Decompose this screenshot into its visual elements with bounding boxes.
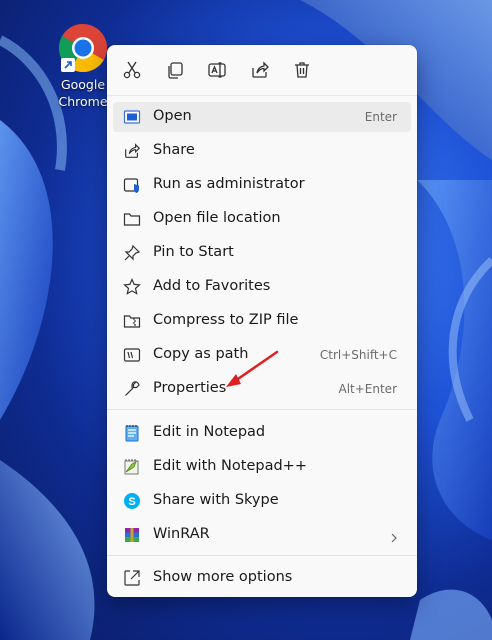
shield-icon bbox=[123, 176, 141, 194]
rename-icon bbox=[208, 62, 226, 78]
menu-item-add-to-favorites[interactable]: Add to Favorites bbox=[113, 272, 411, 302]
rename-button[interactable] bbox=[206, 59, 228, 81]
menu-item-shortcut: Enter bbox=[364, 110, 397, 124]
menu-item-label: Add to Favorites bbox=[153, 278, 271, 294]
menu-item-label: Compress to ZIP file bbox=[153, 312, 299, 328]
folder-icon bbox=[123, 210, 141, 228]
skype-icon: S bbox=[123, 492, 141, 510]
menu-item-label: Show more options bbox=[153, 569, 293, 585]
shortcut-arrow-icon bbox=[61, 58, 75, 72]
menu-item-run-as-administrator[interactable]: Run as administrator bbox=[113, 170, 411, 200]
menu-item-pin-to-start[interactable]: Pin to Start bbox=[113, 238, 411, 268]
path-icon bbox=[123, 346, 141, 364]
menu-item-label: Share bbox=[153, 142, 195, 158]
menu-item-label: Edit with Notepad++ bbox=[153, 458, 307, 474]
menu-item-edit-with-notepadpp[interactable]: Edit with Notepad++ bbox=[113, 452, 411, 482]
wrench-icon bbox=[123, 380, 141, 398]
menu-item-edit-in-notepad[interactable]: Edit in Notepad bbox=[113, 418, 411, 448]
cut-button[interactable] bbox=[121, 59, 143, 81]
menu-item-show-more-options[interactable]: Show more options bbox=[113, 563, 411, 593]
menu-item-open-file-location[interactable]: Open file location bbox=[113, 204, 411, 234]
notepadpp-icon bbox=[123, 458, 141, 476]
menu-item-copy-as-path[interactable]: Copy as path Ctrl+Shift+C bbox=[113, 340, 411, 370]
context-menu: Open Enter Share Run as administrator Op… bbox=[107, 45, 417, 597]
menu-item-label: Open bbox=[153, 108, 192, 124]
share-button[interactable] bbox=[249, 59, 271, 81]
trash-icon bbox=[295, 62, 309, 78]
pin-icon bbox=[123, 244, 141, 262]
menu-divider bbox=[107, 555, 417, 556]
menu-item-label: Open file location bbox=[153, 210, 281, 226]
chevron-right-icon bbox=[389, 529, 399, 548]
svg-text:S: S bbox=[128, 496, 135, 508]
copy-button[interactable] bbox=[164, 59, 186, 81]
menu-item-label: Pin to Start bbox=[153, 244, 234, 260]
winrar-icon bbox=[123, 526, 141, 544]
delete-button[interactable] bbox=[291, 59, 313, 81]
more-options-icon bbox=[123, 569, 141, 587]
notepad-icon bbox=[123, 424, 141, 442]
menu-divider bbox=[107, 95, 417, 96]
menu-item-shortcut: Ctrl+Shift+C bbox=[319, 348, 397, 362]
chrome-logo-icon bbox=[57, 22, 109, 74]
menu-item-properties[interactable]: Properties Alt+Enter bbox=[113, 374, 411, 404]
menu-item-compress-to-zip[interactable]: Compress to ZIP file bbox=[113, 306, 411, 336]
context-menu-toolbar bbox=[107, 45, 417, 95]
menu-item-winrar[interactable]: WinRAR bbox=[113, 520, 411, 550]
menu-divider bbox=[107, 409, 417, 410]
menu-item-share[interactable]: Share bbox=[113, 136, 411, 166]
menu-item-label: Copy as path bbox=[153, 346, 249, 362]
share-icon bbox=[123, 142, 141, 160]
menu-item-share-with-skype[interactable]: S Share with Skype bbox=[113, 486, 411, 516]
star-icon bbox=[123, 278, 141, 296]
menu-item-shortcut: Alt+Enter bbox=[338, 382, 397, 396]
share-icon bbox=[252, 61, 269, 78]
app-window-icon bbox=[123, 108, 141, 126]
menu-item-open[interactable]: Open Enter bbox=[113, 102, 411, 132]
copy-icon bbox=[168, 62, 183, 79]
menu-item-label: WinRAR bbox=[153, 526, 210, 542]
menu-item-label: Run as administrator bbox=[153, 176, 305, 192]
zip-folder-icon bbox=[123, 312, 141, 330]
menu-item-label: Properties bbox=[153, 380, 227, 396]
menu-item-label: Share with Skype bbox=[153, 492, 279, 508]
menu-item-label: Edit in Notepad bbox=[153, 424, 266, 440]
scissors-icon bbox=[123, 61, 141, 79]
